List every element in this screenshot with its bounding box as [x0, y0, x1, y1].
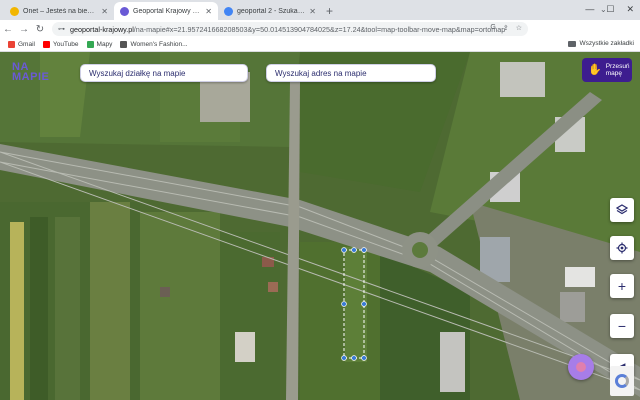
recaptcha-badge[interactable] [610, 366, 634, 396]
address-bar[interactable]: ⊶ geoportal-krajowy.pl/na-mapie#x=21.957… [52, 22, 528, 36]
url-host: geoportal-krajowy.pl [70, 24, 134, 34]
pan-map-label: Przesuń mapę [606, 63, 630, 77]
bookmark-label: YouTube [52, 41, 79, 48]
youtube-icon [42, 41, 50, 48]
all-bookmarks-label: Wszystkie zakładki [579, 40, 634, 47]
tab-geoportal[interactable]: Geoportal Krajowy mapy i informacje ✕ [114, 2, 218, 20]
close-tab-icon[interactable]: ✕ [205, 7, 212, 16]
pan-label-line: mapę [605, 70, 622, 77]
window-controls: — ☐ ✕ [585, 4, 634, 15]
all-bookmarks-button[interactable]: Wszystkie zakładki [568, 40, 634, 47]
onet-favicon-icon [10, 6, 19, 16]
na-mapie-logo[interactable]: NA MAPIE [12, 62, 50, 83]
browser-toolbar: ← → ↻ ⊶ geoportal-krajowy.pl/na-mapie#x=… [0, 20, 640, 54]
bookmark-womens-fashion[interactable]: Women's Fashion... [120, 41, 188, 48]
tab-google-search[interactable]: geoportal 2 - Szukaj w Google ✕ [218, 2, 322, 20]
address-search-placeholder: Wyszukaj adres na mapie [275, 68, 367, 78]
pan-map-button[interactable]: ✋ Przesuń mapę [582, 58, 632, 82]
close-window-icon[interactable]: ✕ [626, 4, 634, 15]
back-icon[interactable]: ← [0, 24, 16, 35]
layers-icon [616, 204, 628, 215]
zoom-in-button[interactable]: + [610, 274, 634, 298]
maps-icon [86, 41, 94, 48]
pan-label-line: Przesuń [605, 63, 630, 70]
aerial-imagery[interactable] [0, 52, 640, 400]
bookmark-label: Gmail [18, 41, 35, 48]
gmail-icon [8, 41, 15, 48]
recaptcha-icon [615, 374, 629, 388]
minus-icon: − [617, 318, 627, 334]
tab-onet[interactable]: Onet – Jesteś na bieżąco ✕ [4, 2, 114, 20]
forward-icon[interactable]: → [16, 24, 32, 35]
address-search-input[interactable]: Wyszukaj adres na mapie [266, 64, 436, 82]
bookmarks-bar: Gmail YouTube Mapy Women's Fashion... Ws… [0, 38, 640, 52]
tab-title: geoportal 2 - Szukaj w Google [237, 7, 305, 15]
plus-icon: + [617, 278, 627, 294]
omnibox-actions: G ⇪ ☆ [490, 24, 522, 32]
geoportal-favicon-icon [120, 6, 129, 16]
layers-button[interactable] [610, 198, 634, 222]
url-path: /na-mapie#x=21.957241668208503&y=50.0145… [133, 24, 506, 34]
google-lens-icon[interactable]: G [490, 24, 495, 32]
logo-line: MAPIE [12, 71, 50, 83]
close-tab-icon[interactable]: ✕ [309, 7, 316, 16]
chat-button[interactable] [568, 354, 594, 380]
tab-title: Geoportal Krajowy mapy i informacje [133, 7, 202, 15]
tab-strip: Onet – Jesteś na bieżąco ✕ Geoportal Kra… [0, 0, 640, 20]
parcel-search-input[interactable]: Wyszukaj działkę na mapie [80, 64, 248, 82]
minimize-icon[interactable]: — [585, 4, 594, 15]
close-tab-icon[interactable]: ✕ [101, 7, 108, 16]
ortho-map[interactable]: NA MAPIE Wyszukaj działkę na mapie Wyszu… [0, 52, 640, 400]
site-info-icon[interactable]: ⊶ [58, 25, 66, 33]
folder-icon [568, 40, 577, 47]
bookmark-label: Women's Fashion... [130, 41, 188, 48]
bookmark-star-icon[interactable]: ☆ [516, 24, 522, 32]
reload-icon[interactable]: ↻ [32, 24, 48, 35]
bookmark-maps[interactable]: Mapy [86, 41, 113, 48]
address-url: geoportal-krajowy.pl/na-mapie#x=21.95724… [70, 25, 505, 34]
bookmark-label: Mapy [96, 41, 113, 48]
locate-button[interactable] [610, 236, 634, 260]
new-tab-button[interactable]: + [326, 4, 333, 18]
google-favicon-icon [224, 6, 233, 16]
bookmark-gmail[interactable]: Gmail [8, 41, 35, 48]
hand-icon: ✋ [588, 63, 602, 76]
bookmark-youtube[interactable]: YouTube [42, 41, 79, 48]
page-icon [120, 41, 128, 48]
zoom-out-button[interactable]: − [610, 314, 634, 338]
tab-title: Onet – Jesteś na bieżąco [23, 7, 98, 15]
chat-icon [576, 362, 586, 372]
parcel-search-placeholder: Wyszukaj działkę na mapie [89, 68, 186, 78]
share-icon[interactable]: ⇪ [503, 24, 509, 32]
maximize-icon[interactable]: ☐ [606, 4, 614, 15]
target-icon [616, 242, 628, 254]
